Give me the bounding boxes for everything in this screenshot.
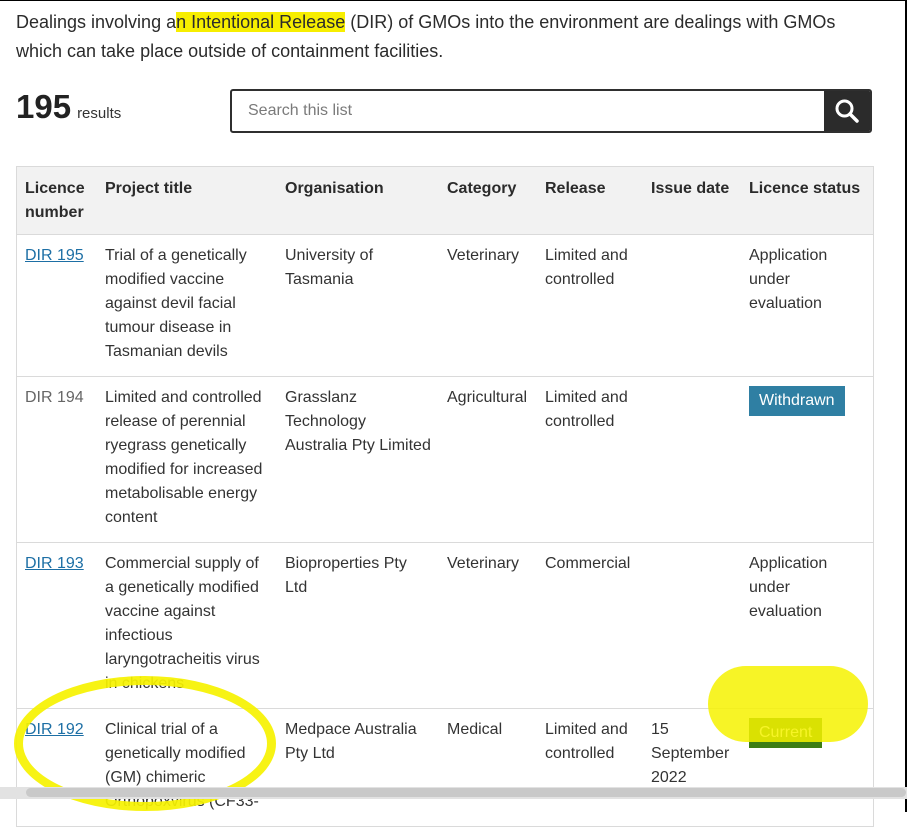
status-cell: Application under evaluation xyxy=(741,234,874,377)
intro-before: Dealings involving a xyxy=(16,12,177,32)
table-header-row: Licence number Project title Organisatio… xyxy=(16,166,874,235)
search-bar xyxy=(230,89,872,133)
header-licence-number: Licence number xyxy=(16,166,97,235)
category-cell: Veterinary xyxy=(439,542,537,709)
project-title-cell: Limited and controlled release of perenn… xyxy=(97,376,277,543)
organisation-cell: Grasslanz Technology Australia Pty Limit… xyxy=(277,376,439,543)
project-title-cell: Clinical trial of a genetically modified… xyxy=(97,708,277,827)
status-cell: Current xyxy=(741,708,874,827)
search-button[interactable] xyxy=(824,91,870,131)
scrollbar-thumb[interactable] xyxy=(26,788,906,797)
dir-number: DIR 194 xyxy=(25,389,84,406)
project-title-cell: Commercial supply of a genetically modif… xyxy=(97,542,277,709)
table-row: DIR 194 Limited and controlled release o… xyxy=(16,376,874,543)
status-badge: Withdrawn xyxy=(749,386,845,416)
organisation-cell: Bioproperties Pty Ltd xyxy=(277,542,439,709)
organisation-cell: Medpace Australia Pty Ltd xyxy=(277,708,439,827)
organisation-cell: University of Tasmania xyxy=(277,234,439,377)
header-issue-date: Issue date xyxy=(643,166,741,235)
intro-highlight: n Intentional Release xyxy=(176,12,346,32)
header-licence-status: Licence status xyxy=(741,166,874,235)
status-badge: Current xyxy=(749,718,823,748)
category-cell: Medical xyxy=(439,708,537,827)
search-input[interactable] xyxy=(232,91,824,131)
issue-date-cell: 15 September 2022 xyxy=(643,708,741,827)
dir-link[interactable]: DIR 193 xyxy=(25,555,84,572)
header-project-title: Project title xyxy=(97,166,277,235)
issue-date-cell xyxy=(643,376,741,543)
results-label: results xyxy=(77,105,122,122)
top-border xyxy=(0,0,907,1)
status-cell: Withdrawn xyxy=(741,376,874,543)
search-icon xyxy=(835,99,859,123)
intro-text: Dealings involving an Intentional Releas… xyxy=(16,8,876,66)
dir-table: Licence number Project title Organisatio… xyxy=(16,166,874,827)
release-cell: Limited and controlled xyxy=(537,234,643,377)
table-row: DIR 193 Commercial supply of a genetical… xyxy=(16,542,874,709)
release-cell: Limited and controlled xyxy=(537,376,643,543)
table-row: DIR 195 Trial of a genetically modified … xyxy=(16,234,874,377)
results-count: 195 results xyxy=(16,88,121,126)
issue-date-cell xyxy=(643,234,741,377)
status-cell: Application under evaluation xyxy=(741,542,874,709)
header-category: Category xyxy=(439,166,537,235)
release-cell: Limited and controlled xyxy=(537,708,643,827)
dir-link[interactable]: DIR 195 xyxy=(25,247,84,264)
category-cell: Veterinary xyxy=(439,234,537,377)
category-cell: Agricultural xyxy=(439,376,537,543)
project-title-cell: Trial of a genetically modified vaccine … xyxy=(97,234,277,377)
dir-link[interactable]: DIR 192 xyxy=(25,721,84,738)
release-cell: Commercial xyxy=(537,542,643,709)
table-row: DIR 192 Clinical trial of a genetically … xyxy=(16,708,874,827)
header-organisation: Organisation xyxy=(277,166,439,235)
issue-date-cell xyxy=(643,542,741,709)
header-release: Release xyxy=(537,166,643,235)
results-number: 195 xyxy=(16,88,72,125)
